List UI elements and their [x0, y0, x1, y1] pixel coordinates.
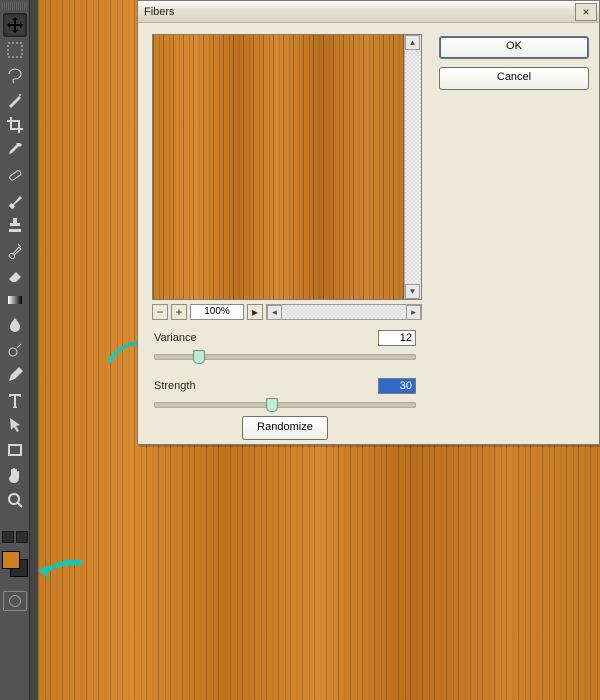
brush-icon — [6, 191, 24, 209]
tools-panel — [0, 0, 30, 700]
quick-mask-toggle[interactable] — [3, 591, 27, 611]
pen-icon — [6, 366, 24, 384]
zoom-tool[interactable] — [3, 488, 27, 512]
dialog-title: Fibers — [144, 6, 575, 18]
zoom-level[interactable]: 100% — [190, 304, 244, 320]
swap-default-colors[interactable] — [2, 531, 28, 543]
strength-slider[interactable] — [154, 402, 416, 408]
eyedrop-icon — [6, 141, 24, 159]
history-brush-tool[interactable] — [3, 238, 27, 262]
preview-vertical-scrollbar[interactable]: ▴ ▾ — [404, 35, 421, 299]
cancel-button[interactable]: Cancel — [439, 67, 589, 90]
healing-tool[interactable] — [3, 163, 27, 187]
lasso-icon — [6, 66, 24, 84]
drop-icon — [6, 316, 24, 334]
eyedropper-tool[interactable] — [3, 138, 27, 162]
zoom-icon — [6, 491, 24, 509]
brush-tool[interactable] — [3, 188, 27, 212]
foreground-color-swatch[interactable] — [2, 551, 20, 569]
scroll-down-button[interactable]: ▾ — [405, 284, 420, 299]
histbrush-icon — [6, 241, 24, 259]
variance-slider[interactable] — [154, 354, 416, 360]
hand-icon — [6, 466, 24, 484]
scroll-right-button[interactable]: ▸ — [406, 305, 421, 320]
blur-tool[interactable] — [3, 313, 27, 337]
strength-slider-thumb[interactable] — [266, 398, 278, 412]
variance-slider-thumb[interactable] — [193, 350, 205, 364]
lasso-tool[interactable] — [3, 63, 27, 87]
preview-area: ▴ ▾ − + 100% ▸ ◂ ▸ — [152, 34, 422, 324]
hand-tool[interactable] — [3, 463, 27, 487]
gutter-strip — [30, 0, 38, 700]
stamp-icon — [6, 216, 24, 234]
strength-input[interactable] — [378, 378, 416, 394]
close-icon: × — [582, 6, 589, 18]
filter-preview[interactable] — [153, 35, 404, 299]
quick-select-tool[interactable] — [3, 88, 27, 112]
variance-label: Variance — [154, 332, 197, 344]
ok-button[interactable]: OK — [439, 36, 589, 59]
type-icon — [6, 391, 24, 409]
fibers-dialog: Fibers × ▴ ▾ − + 100% ▸ ◂ — [137, 0, 600, 445]
gradient-icon — [6, 291, 24, 309]
scroll-track-v[interactable] — [405, 50, 421, 284]
zoom-in-button[interactable]: + — [171, 304, 187, 320]
eraser-icon — [6, 266, 24, 284]
gradient-tool[interactable] — [3, 288, 27, 312]
color-swatches[interactable] — [2, 551, 28, 577]
strength-label: Strength — [154, 380, 196, 392]
bandaid-icon — [6, 166, 24, 184]
panel-grip[interactable] — [2, 2, 28, 10]
marquee-tool[interactable] — [3, 38, 27, 62]
preview-horizontal-scrollbar[interactable]: ◂ ▸ — [266, 304, 422, 320]
dodge-icon — [6, 341, 24, 359]
path-select-tool[interactable] — [3, 413, 27, 437]
dialog-close-button[interactable]: × — [575, 3, 597, 21]
pen-tool[interactable] — [3, 363, 27, 387]
scroll-track-h[interactable] — [282, 305, 406, 319]
move-tool[interactable] — [3, 13, 27, 37]
crop-tool[interactable] — [3, 113, 27, 137]
arrow-icon — [6, 416, 24, 434]
move-icon — [6, 16, 24, 34]
wand-icon — [6, 91, 24, 109]
zoom-out-button[interactable]: − — [152, 304, 168, 320]
variance-input[interactable] — [378, 330, 416, 346]
rect-icon — [6, 441, 24, 459]
randomize-button[interactable]: Randomize — [242, 416, 328, 440]
crop-icon — [6, 116, 24, 134]
type-tool[interactable] — [3, 388, 27, 412]
marquee-icon — [6, 41, 24, 59]
scroll-left-button[interactable]: ◂ — [267, 305, 282, 320]
scroll-up-button[interactable]: ▴ — [405, 35, 420, 50]
stamp-tool[interactable] — [3, 213, 27, 237]
shape-tool[interactable] — [3, 438, 27, 462]
dialog-titlebar[interactable]: Fibers × — [138, 1, 599, 23]
zoom-menu-button[interactable]: ▸ — [247, 304, 263, 320]
eraser-tool[interactable] — [3, 263, 27, 287]
dodge-tool[interactable] — [3, 338, 27, 362]
